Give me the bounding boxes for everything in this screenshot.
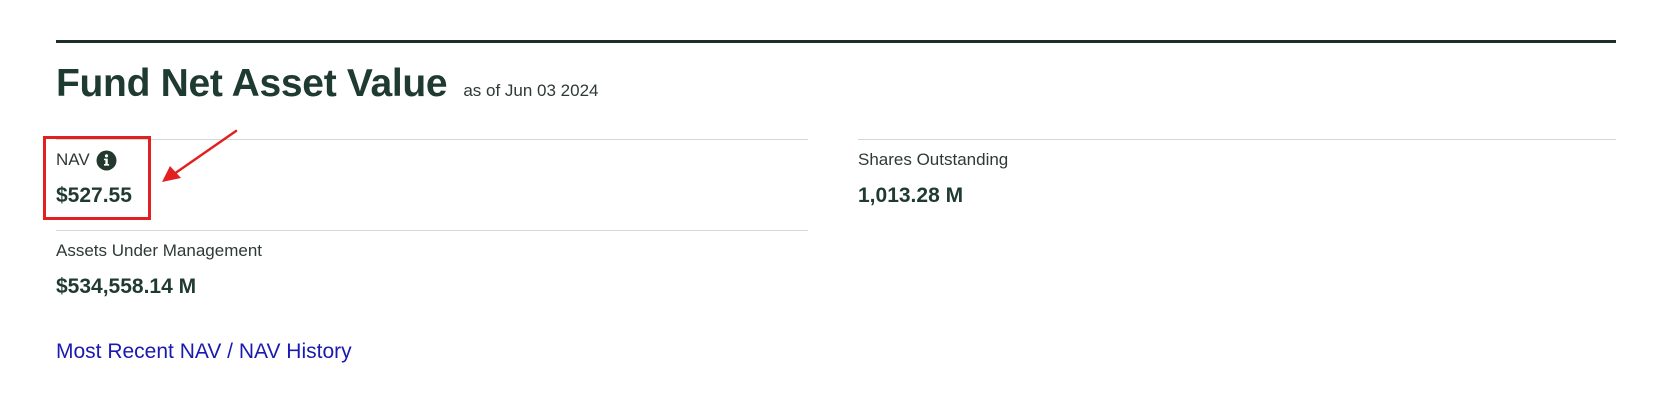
nav-history-link[interactable]: Most Recent NAV / NAV History	[56, 340, 352, 364]
aum-label: Assets Under Management	[56, 241, 262, 260]
aum-value: $534,558.14 M	[56, 275, 197, 298]
as-of-date: as of Jun 03 2024	[463, 81, 599, 100]
section-heading: Fund Net Asset Value as of Jun 03 2024	[56, 62, 599, 106]
row-divider-left-middle	[56, 230, 808, 231]
section-top-rule	[56, 40, 1616, 43]
page-title: Fund Net Asset Value	[56, 62, 448, 105]
shares-outstanding-label: Shares Outstanding	[858, 150, 1009, 169]
aum-stat: Assets Under Management $534,558.14 M	[56, 240, 262, 299]
shares-outstanding-value: 1,013.28 M	[858, 184, 964, 207]
shares-outstanding-stat: Shares Outstanding 1,013.28 M	[858, 149, 1008, 208]
annotation-highlight-box	[43, 136, 151, 220]
row-divider-right-top	[858, 139, 1616, 140]
annotation-arrow-icon	[162, 129, 238, 182]
